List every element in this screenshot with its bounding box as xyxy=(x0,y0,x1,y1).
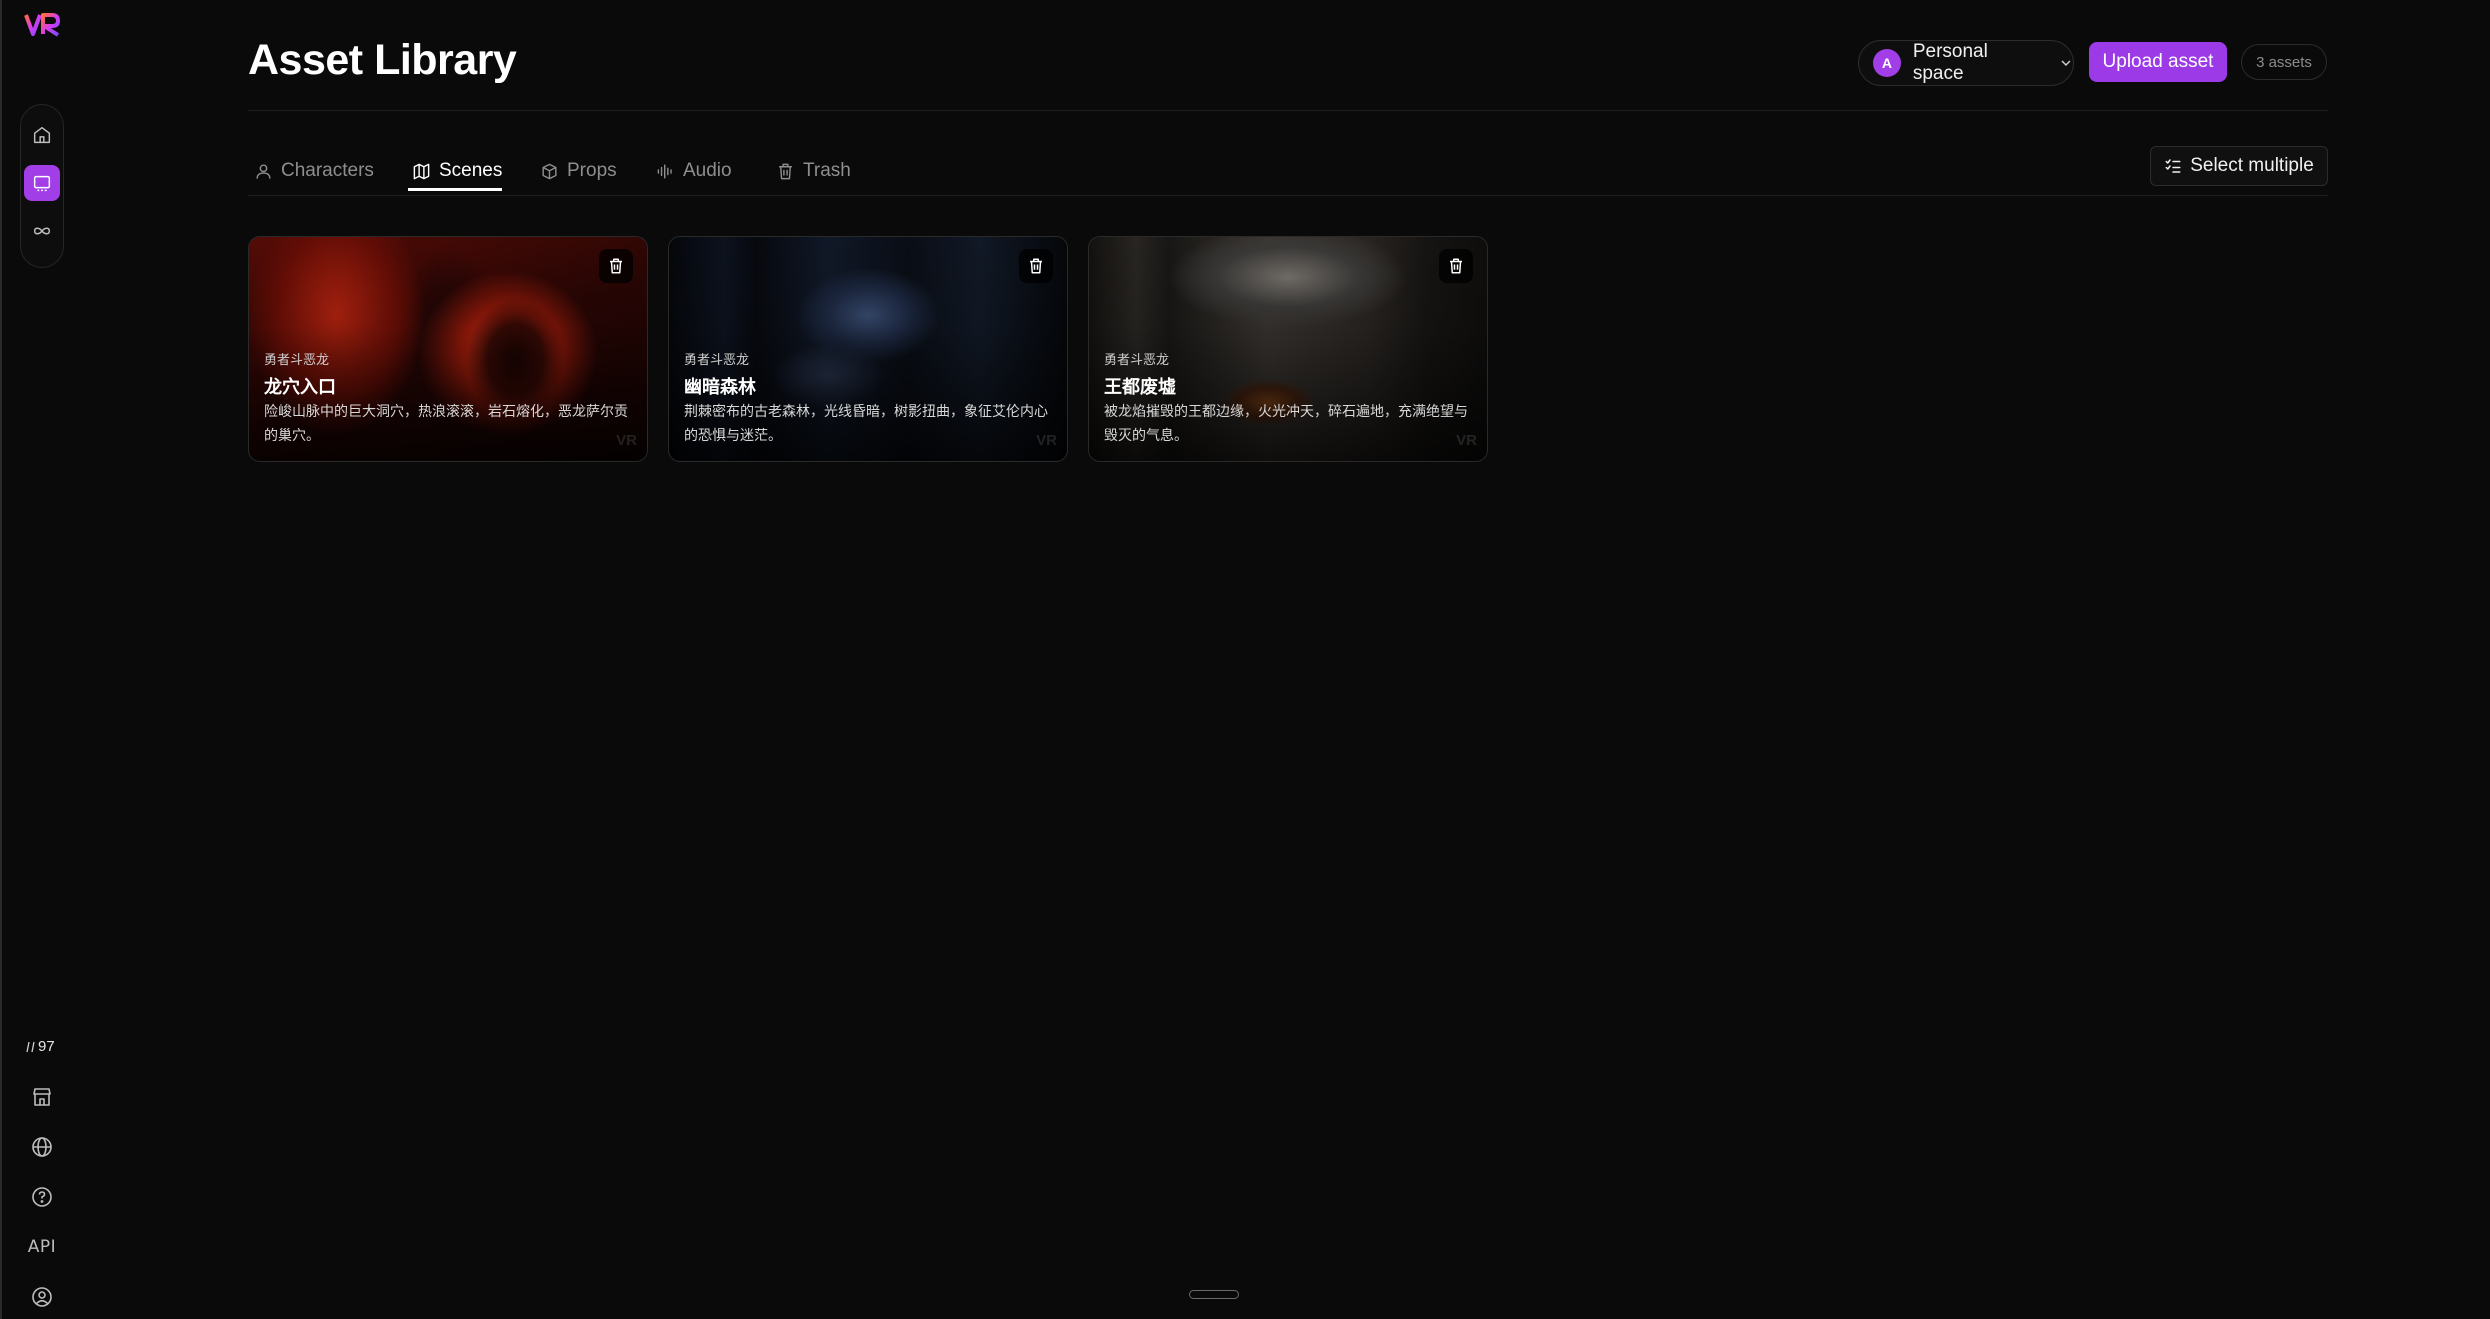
card-title: 幽暗森林 xyxy=(684,377,756,397)
card-description: 被龙焰摧毁的王都边缘，火光冲天，碎石遍地，充满绝望与毁灭的气息。 xyxy=(1104,403,1468,443)
infinity-icon xyxy=(33,227,51,235)
store-icon xyxy=(33,1088,51,1106)
credits-counter[interactable]: 97 xyxy=(26,1038,55,1055)
tab-props[interactable]: Props xyxy=(540,150,617,192)
store-button[interactable] xyxy=(29,1084,55,1110)
header-divider xyxy=(248,110,2328,111)
globe-icon xyxy=(32,1137,52,1157)
card-description: 险峻山脉中的巨大洞穴，热浪滚滚，岩石熔化，恶龙萨尔贡的巢穴。 xyxy=(264,403,628,443)
select-multiple-label: Select multiple xyxy=(2190,155,2314,176)
watermark: VR xyxy=(616,432,637,449)
tab-audio[interactable]: Audio xyxy=(656,150,732,192)
account-button[interactable] xyxy=(29,1284,55,1310)
asset-library-icon xyxy=(33,175,51,192)
help-button[interactable] xyxy=(29,1184,55,1210)
card-project: 勇者斗恶龙 xyxy=(264,352,330,367)
asset-card[interactable]: 勇者斗恶龙 龙穴入口 险峻山脉中的巨大洞穴，热浪滚滚，岩石熔化，恶龙萨尔贡的巢穴… xyxy=(248,236,648,462)
tab-label: Trash xyxy=(803,160,851,181)
api-icon: API xyxy=(27,1237,57,1257)
asset-card[interactable]: 勇者斗恶龙 王都废墟 被龙焰摧毁的王都边缘，火光冲天，碎石遍地，充满绝望与毁灭的… xyxy=(1088,236,1488,462)
card-title: 龙穴入口 xyxy=(264,377,336,397)
asset-count-badge: 3 assets xyxy=(2241,44,2327,80)
tabs-divider xyxy=(248,195,2328,196)
upload-asset-button[interactable]: Upload asset xyxy=(2089,42,2227,82)
tab-label: Scenes xyxy=(439,160,503,181)
credits-value: 97 xyxy=(38,1038,55,1055)
main-nav xyxy=(20,104,64,268)
nav-home[interactable] xyxy=(24,117,60,153)
app-logo[interactable] xyxy=(24,12,62,38)
watermark: VR xyxy=(1456,432,1477,449)
checklist-icon xyxy=(2165,159,2181,173)
active-tab-indicator xyxy=(408,188,502,191)
avatar: A xyxy=(1873,49,1901,77)
chevron-down-icon xyxy=(2061,60,2071,67)
trash-icon xyxy=(1450,258,1462,274)
app-window: 97 API Asset Library A Personal space Up… xyxy=(0,0,2490,1319)
sidebar: 97 API xyxy=(2,0,82,1319)
card-title: 王都废墟 xyxy=(1104,377,1176,397)
watermark: VR xyxy=(1036,432,1057,449)
card-project: 勇者斗恶龙 xyxy=(1104,352,1170,367)
card-project: 勇者斗恶龙 xyxy=(684,352,750,367)
workspace-label: Personal space xyxy=(1912,41,1988,84)
help-icon xyxy=(32,1187,52,1207)
tab-label: Characters xyxy=(281,160,374,181)
api-button[interactable]: API xyxy=(27,1234,57,1260)
nav-infinity[interactable] xyxy=(24,213,60,249)
category-tabs: Characters Scenes Props Audio Trash xyxy=(248,150,2328,196)
account-icon xyxy=(32,1287,52,1307)
delete-button[interactable] xyxy=(1439,249,1473,283)
trash-icon xyxy=(779,163,792,179)
tab-label: Audio xyxy=(683,160,732,181)
card-description: 荆棘密布的古老森林，光线昏暗，树影扭曲，象征艾伦内心的恐惧与迷茫。 xyxy=(684,403,1048,443)
map-icon xyxy=(413,163,430,179)
tab-label: Props xyxy=(567,160,617,181)
page-title: Asset Library xyxy=(248,36,517,84)
trash-icon xyxy=(1030,258,1042,274)
credits-icon xyxy=(26,1041,35,1052)
asset-card[interactable]: 勇者斗恶龙 幽暗森林 荆棘密布的古老森林，光线昏暗，树影扭曲，象征艾伦内心的恐惧… xyxy=(668,236,1068,462)
language-button[interactable] xyxy=(29,1134,55,1160)
bottom-drag-handle[interactable] xyxy=(1189,1290,1239,1299)
user-icon xyxy=(256,163,271,179)
workspace-switcher[interactable]: A Personal space xyxy=(1858,40,2074,86)
waveform-icon xyxy=(657,163,672,179)
select-multiple-button[interactable]: Select multiple xyxy=(2150,146,2328,186)
box-icon xyxy=(542,163,557,179)
nav-asset-library[interactable] xyxy=(24,165,60,201)
trash-icon xyxy=(610,258,622,274)
tab-characters[interactable]: Characters xyxy=(254,150,374,192)
tab-scenes[interactable]: Scenes xyxy=(412,150,502,192)
delete-button[interactable] xyxy=(599,249,633,283)
home-icon xyxy=(33,126,51,144)
delete-button[interactable] xyxy=(1019,249,1053,283)
tab-trash[interactable]: Trash xyxy=(776,150,851,192)
